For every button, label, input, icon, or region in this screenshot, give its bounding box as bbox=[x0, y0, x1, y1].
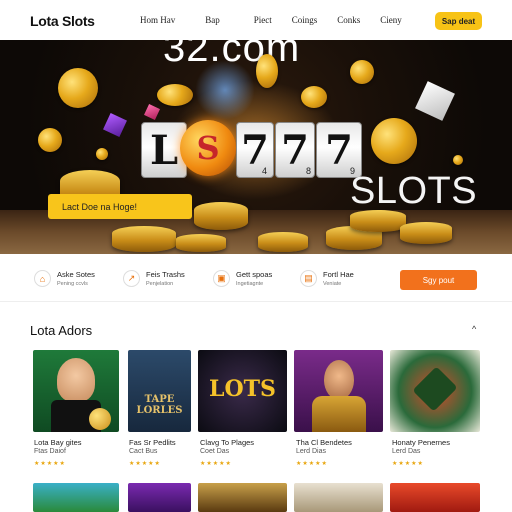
feature-item[interactable]: ▣ Gett spoas Ingetiagnte bbox=[213, 270, 272, 287]
feature-sub: Pening ccvls bbox=[57, 281, 88, 287]
header-cta-button[interactable]: Sap deat bbox=[435, 12, 482, 30]
coin-stack bbox=[194, 202, 248, 230]
chart-icon: ↗ bbox=[123, 270, 140, 287]
pink-cube-icon bbox=[144, 104, 160, 120]
game-artwork bbox=[312, 396, 366, 432]
game-tile[interactable] bbox=[198, 483, 287, 512]
game-artwork bbox=[57, 358, 95, 402]
document-icon: ▤ bbox=[300, 270, 317, 287]
game-subtitle: Coet Das bbox=[200, 448, 230, 455]
coin-icon bbox=[89, 408, 111, 430]
nav-item-coings[interactable]: Coings bbox=[292, 15, 318, 25]
game-tile[interactable]: LOTS bbox=[198, 350, 287, 432]
home-icon: ⌂ bbox=[34, 270, 51, 287]
coin-icon bbox=[58, 68, 98, 108]
coin-symbol: S bbox=[196, 129, 220, 167]
slot-reel: 7 bbox=[236, 122, 274, 178]
feature-title: Feis Trashs bbox=[146, 270, 185, 279]
feature-sub: Ingetiagnte bbox=[236, 281, 264, 287]
purple-cube-icon bbox=[103, 113, 127, 137]
feature-sub: Veniate bbox=[323, 281, 342, 287]
coin-stack bbox=[176, 234, 226, 252]
rating-stars: ★★★★★ bbox=[129, 461, 161, 467]
coin-stack bbox=[112, 226, 176, 252]
game-tile[interactable] bbox=[390, 350, 480, 432]
nav-item-cieny[interactable]: Cieny bbox=[380, 15, 402, 25]
reel-small-digit: 8 bbox=[306, 166, 312, 176]
feature-title: Gett spoas bbox=[236, 270, 273, 279]
game-subtitle: Lerd Dias bbox=[296, 448, 326, 455]
game-caption: Tha Cl Bendetes Lerd Dias bbox=[296, 438, 352, 456]
hero-domain-text: 32.com bbox=[163, 40, 301, 70]
reel-small-digit: 4 bbox=[262, 166, 268, 176]
chevron-up-icon[interactable]: ^ bbox=[472, 324, 476, 334]
nav-item-home[interactable]: Hom Hav bbox=[140, 15, 175, 25]
game-title: Clavg To Plages bbox=[200, 438, 255, 447]
rating-stars: ★★★★★ bbox=[296, 461, 328, 467]
hero-play-button[interactable]: Lact Doe na Hoge! bbox=[48, 194, 192, 219]
game-tile[interactable] bbox=[390, 483, 480, 512]
coin-stack bbox=[400, 222, 452, 244]
section-title: Lota Adors bbox=[30, 323, 93, 338]
coin-icon bbox=[453, 155, 463, 165]
game-caption: Honaty Penernes Lerd Das bbox=[392, 438, 450, 456]
second-row-tiles bbox=[0, 483, 512, 512]
game-caption: Lota Bay gites Ftas Daiof bbox=[34, 438, 82, 456]
game-artwork bbox=[324, 360, 354, 400]
game-tile[interactable] bbox=[294, 483, 383, 512]
feature-title: Fortl Hae bbox=[323, 270, 354, 279]
game-subtitle: Lerd Das bbox=[392, 448, 421, 455]
rating-stars: ★★★★★ bbox=[34, 461, 66, 467]
game-tile[interactable] bbox=[294, 350, 383, 432]
main-nav: Hom Hav Bap Piect Coings Conks Cieny bbox=[140, 15, 402, 25]
coin-icon bbox=[38, 128, 62, 152]
game-tile-text: LOTS bbox=[209, 376, 276, 402]
feature-sub: Penjelation bbox=[146, 281, 174, 287]
game-artwork bbox=[412, 366, 458, 412]
top-header: Lota Slots Hom Hav Bap Piect Coings Conk… bbox=[0, 0, 512, 40]
game-tile[interactable] bbox=[33, 350, 119, 432]
coin-stack bbox=[350, 210, 406, 232]
coin-icon bbox=[350, 60, 374, 84]
hero-banner: 32.com L S 7 7 7 4 8 9 SLOTS Lact Doe na… bbox=[0, 40, 512, 254]
nav-item-piect[interactable]: Piect bbox=[254, 15, 272, 25]
gift-icon: ▣ bbox=[213, 270, 230, 287]
game-tile-text: TAPE LORLES bbox=[136, 394, 183, 416]
game-tile[interactable] bbox=[33, 483, 119, 512]
nav-item-conks[interactable]: Conks bbox=[337, 15, 360, 25]
coin-icon bbox=[371, 118, 417, 164]
coin-stack bbox=[258, 232, 308, 252]
game-tile[interactable] bbox=[128, 483, 191, 512]
game-subtitle: Ftas Daiof bbox=[34, 448, 66, 455]
coin-icon bbox=[256, 54, 278, 88]
game-caption: Clavg To Plages Coet Das bbox=[200, 438, 254, 456]
game-caption: Fas Sr Pedlits Cact Bus bbox=[129, 438, 176, 456]
feature-title: Aske Sotes bbox=[57, 270, 95, 279]
game-title: Lota Bay gites bbox=[34, 438, 82, 447]
reel-symbol: 7 bbox=[325, 126, 353, 174]
game-title: Fas Sr Pedlits bbox=[129, 438, 176, 447]
game-tile[interactable]: TAPE LORLES bbox=[128, 350, 191, 432]
coin-icon bbox=[157, 84, 193, 106]
site-logo[interactable]: Lota Slots bbox=[30, 13, 95, 29]
rating-stars: ★★★★★ bbox=[392, 461, 424, 467]
dollar-coin-icon: S bbox=[180, 120, 236, 176]
game-title: Tha Cl Bendetes bbox=[296, 438, 352, 447]
white-cube-icon bbox=[415, 81, 455, 121]
feature-item[interactable]: ▤ Fortl Hae Veniate bbox=[300, 270, 354, 287]
coin-icon bbox=[96, 148, 108, 160]
coin-icon bbox=[301, 86, 327, 108]
feature-item[interactable]: ⌂ Aske Sotes Pening ccvls bbox=[34, 270, 95, 287]
hero-slots-word: SLOTS bbox=[350, 170, 478, 212]
signup-button[interactable]: Sgy pout bbox=[400, 270, 477, 290]
game-title: Honaty Penernes bbox=[392, 438, 450, 447]
rating-stars: ★★★★★ bbox=[200, 461, 232, 467]
nav-item-bap[interactable]: Bap bbox=[205, 15, 220, 25]
game-subtitle: Cact Bus bbox=[129, 448, 158, 455]
reel-symbol: 7 bbox=[281, 126, 309, 174]
feature-item[interactable]: ↗ Feis Trashs Penjelation bbox=[123, 270, 185, 287]
reel-symbol: L bbox=[149, 126, 179, 174]
